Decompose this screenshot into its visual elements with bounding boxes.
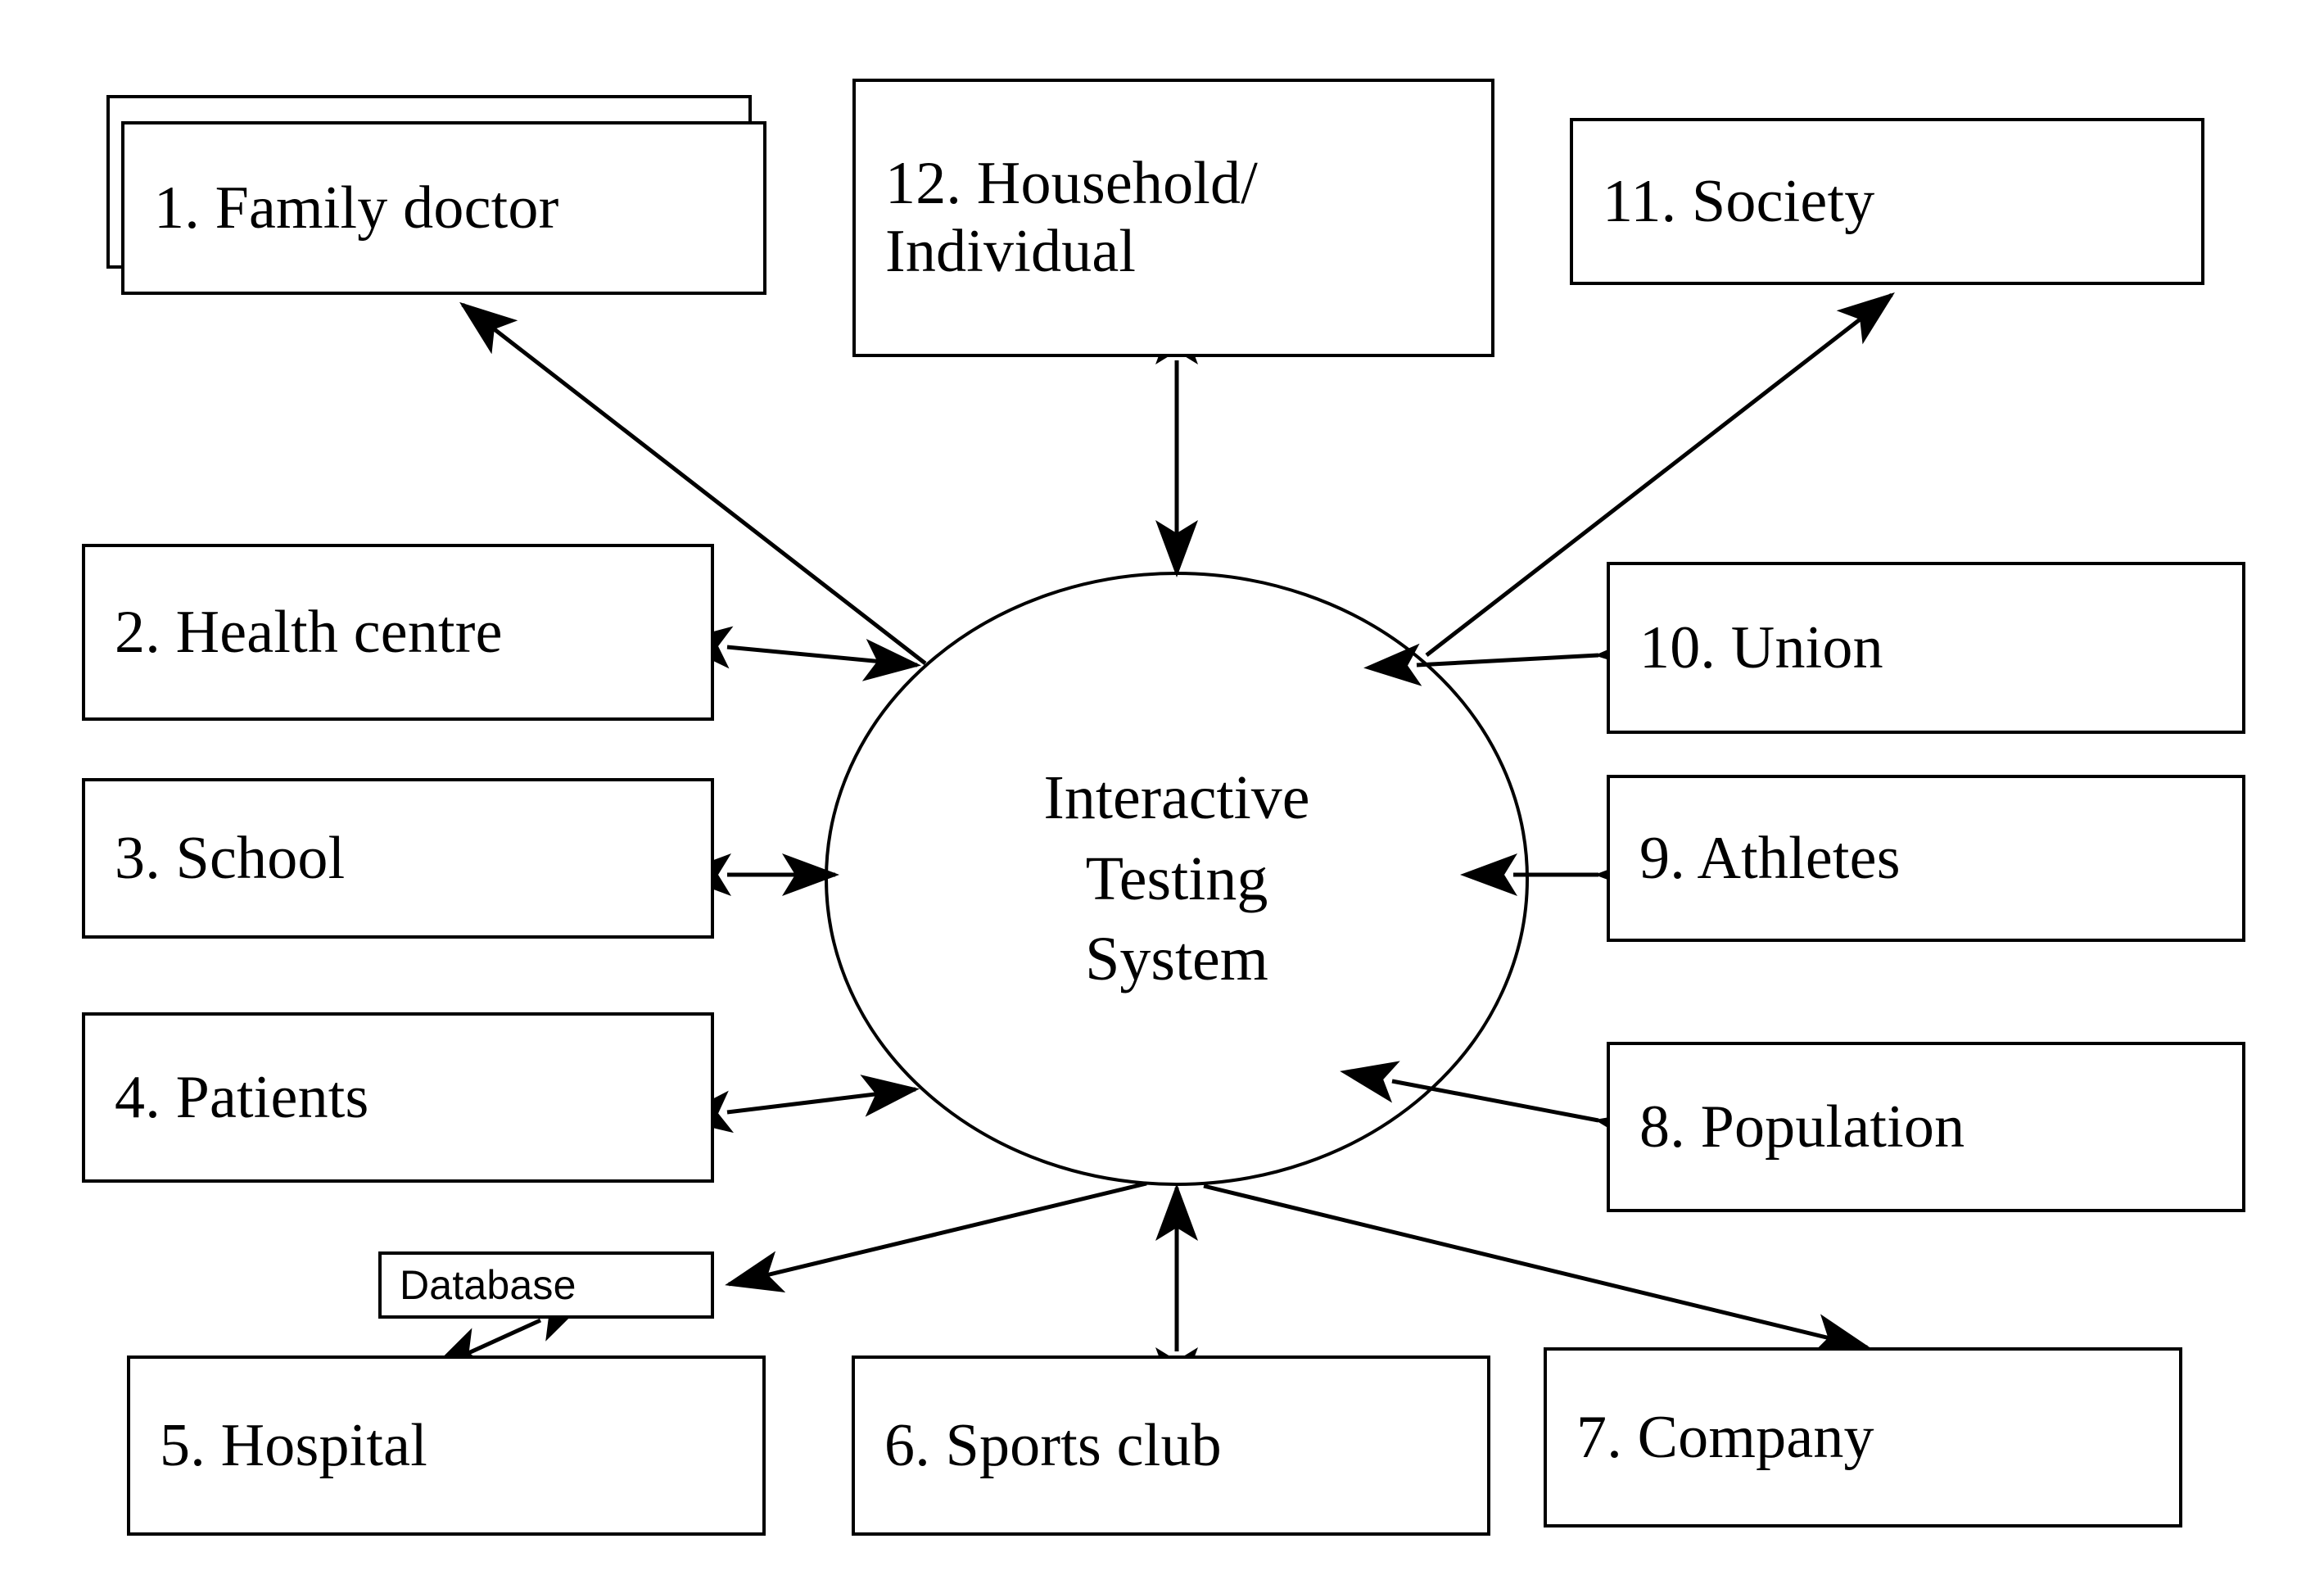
node-health-centre[interactable]: 2. Health centre xyxy=(82,544,714,721)
node-label: Database xyxy=(400,1262,576,1308)
node-label: 11. Society xyxy=(1603,167,1875,235)
node-label: 12. Household/ Individual xyxy=(885,150,1259,285)
connector-health-centre-system xyxy=(674,626,921,681)
node-label: 4. Patients xyxy=(115,1063,369,1131)
node-school[interactable]: 3. School xyxy=(82,778,714,939)
node-label: 1. Family doctor xyxy=(154,174,559,242)
node-company[interactable]: 7. Company xyxy=(1544,1347,2182,1527)
node-hospital[interactable]: 5. Hospital xyxy=(127,1355,766,1536)
node-label: 7. Company xyxy=(1576,1403,1874,1471)
node-society[interactable]: 11. Society xyxy=(1570,118,2204,285)
node-database[interactable]: Database xyxy=(378,1251,714,1319)
node-label: 5. Hospital xyxy=(160,1411,427,1479)
node-label: 10. Union xyxy=(1639,613,1883,681)
connector-patients-system xyxy=(674,1075,920,1134)
connector-system-to-database xyxy=(725,1181,1147,1293)
node-label: 9. Athletes xyxy=(1639,824,1901,892)
node-population[interactable]: 8. Population xyxy=(1607,1042,2245,1212)
connector-union-system xyxy=(1363,631,1653,686)
diagram-canvas: system (double) --> system (double) --> … xyxy=(0,0,2324,1575)
node-label: 3. School xyxy=(115,824,346,892)
node-athletes[interactable]: 9. Athletes xyxy=(1607,775,2245,942)
node-household-individual[interactable]: 12. Household/ Individual xyxy=(852,79,1494,357)
node-patients[interactable]: 4. Patients xyxy=(82,1012,714,1183)
connector-population-system xyxy=(1340,1061,1655,1152)
node-family-doctor[interactable]: 1. Family doctor xyxy=(121,121,766,295)
node-label: 6. Sports club xyxy=(884,1411,1222,1479)
node-sports-club[interactable]: 6. Sports club xyxy=(852,1355,1490,1536)
node-label: 8. Population xyxy=(1639,1093,1965,1161)
node-label: 2. Health centre xyxy=(115,598,503,666)
node-union[interactable]: 10. Union xyxy=(1607,562,2245,734)
